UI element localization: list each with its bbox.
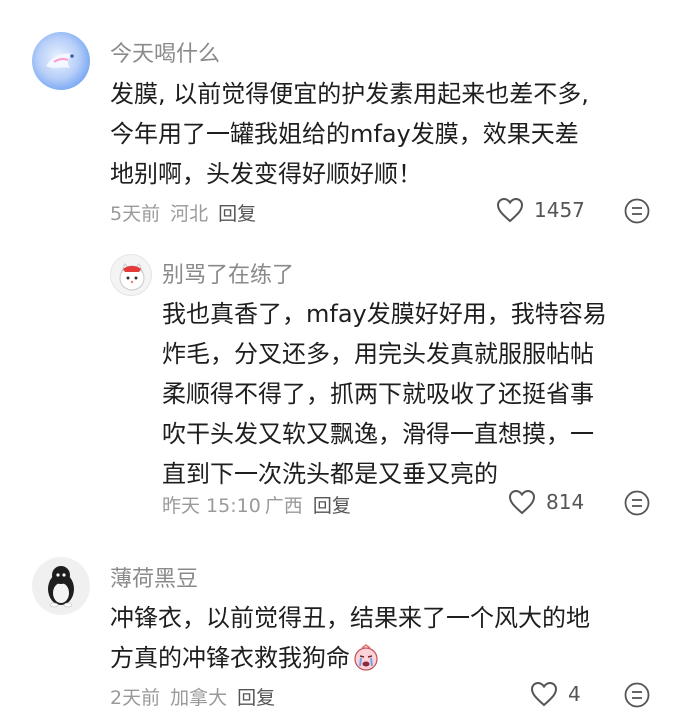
heart-outline-icon <box>508 489 536 515</box>
reply-button[interactable]: 回复 <box>218 199 256 226</box>
reply-button[interactable]: 回复 <box>313 491 351 518</box>
comment-time: 5天前 <box>110 203 161 225</box>
comment-line: 我也真香了，mfay发膜好好用，我特容易 <box>162 300 607 328</box>
reply-button[interactable]: 回复 <box>237 683 275 710</box>
like-button[interactable]: 4 <box>530 681 581 707</box>
heart-outline-icon <box>496 197 524 223</box>
more-dots-icon[interactable] <box>624 198 650 224</box>
crying-emoji-icon <box>354 644 378 671</box>
user-avatar[interactable] <box>32 32 90 90</box>
comment-line: 柔顺得不得了，抓两下就吸收了还挺省事 <box>162 380 594 408</box>
comment-line: 炸毛，分叉还多，用完头发真就服服帖帖 <box>162 340 594 368</box>
comment-line-text: 方真的冲锋衣救我狗命 <box>110 644 350 672</box>
more-dots-icon[interactable] <box>624 490 650 516</box>
comment-line: 今年用了一罐我姐给的mfay发膜，效果天差 <box>110 120 579 148</box>
comment-time: 2天前 <box>110 687 161 709</box>
comment-line: 发膜, 以前觉得便宜的护发素用起来也差不多, <box>110 80 589 108</box>
comment-meta: 昨天 15:10 广西 回复 <box>162 491 351 518</box>
comment-text: 我也真香了，mfay发膜好好用，我特容易 炸毛，分叉还多，用完头发真就服服帖帖 … <box>162 294 607 494</box>
comment-line: 冲锋衣，以前觉得丑，结果来了一个风大的地 <box>110 604 590 632</box>
like-count: 1457 <box>534 198 585 222</box>
penguin-avatar-icon <box>48 566 74 608</box>
comment-location: 河北 <box>170 203 209 225</box>
like-count: 4 <box>568 682 581 706</box>
comment-line: 吹干头发又软又飘逸，滑得一直想摸，一 <box>162 420 594 448</box>
cat-avatar-icon <box>119 263 145 291</box>
like-button[interactable]: 814 <box>508 489 584 515</box>
user-avatar[interactable] <box>110 254 152 296</box>
like-count: 814 <box>546 490 585 514</box>
username[interactable]: 别骂了在练了 <box>162 257 294 289</box>
comment-line: 方真的冲锋衣救我狗命 <box>110 638 590 678</box>
like-button[interactable]: 1457 <box>496 197 585 223</box>
comment-location: 广西 <box>264 495 303 517</box>
user-avatar[interactable] <box>32 557 90 615</box>
comment-line: 地别啊，头发变得好顺好顺！ <box>110 160 422 188</box>
comment-meta: 5天前 河北 回复 <box>110 199 256 226</box>
username[interactable]: 薄荷黑豆 <box>110 561 198 593</box>
comment-line: 直到下一次洗头都是又垂又亮的 <box>162 460 498 488</box>
more-dots-icon[interactable] <box>624 682 650 708</box>
bird-avatar-icon <box>46 53 74 68</box>
username[interactable]: 今天喝什么 <box>110 36 220 68</box>
comment-location: 加拿大 <box>170 687 228 709</box>
heart-outline-icon <box>530 681 558 707</box>
comment-meta: 2天前 加拿大 回复 <box>110 683 275 710</box>
comment-text: 发膜, 以前觉得便宜的护发素用起来也差不多, 今年用了一罐我姐给的mfay发膜，… <box>110 74 589 194</box>
comment-text: 冲锋衣，以前觉得丑，结果来了一个风大的地 方真的冲锋衣救我狗命 <box>110 598 590 678</box>
comment-time: 昨天 15:10 <box>162 495 261 517</box>
